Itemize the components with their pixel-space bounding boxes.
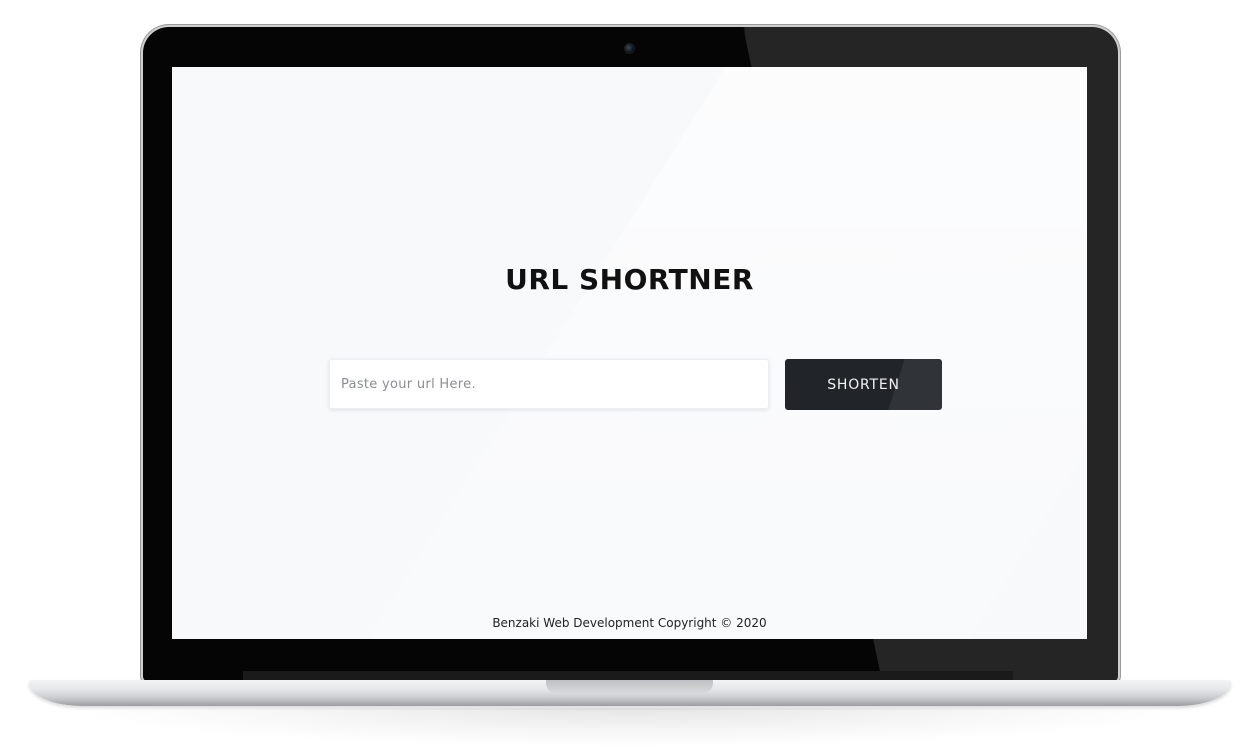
webcam-icon [625, 44, 634, 53]
laptop-screen: URL SHORTNER SHORTEN Benzaki Web Develop… [172, 67, 1087, 639]
laptop-mockup: URL SHORTNER SHORTEN Benzaki Web Develop… [0, 0, 1260, 756]
laptop-base [29, 680, 1231, 706]
url-input[interactable] [329, 359, 769, 409]
screen-reflection [294, 67, 1087, 639]
laptop-shadow [60, 708, 1200, 748]
page-title: URL SHORTNER [505, 263, 754, 296]
laptop-opening-notch [546, 680, 713, 693]
footer-copyright: Benzaki Web Development Copyright © 2020 [492, 616, 767, 630]
shorten-button[interactable]: SHORTEN [785, 359, 942, 410]
